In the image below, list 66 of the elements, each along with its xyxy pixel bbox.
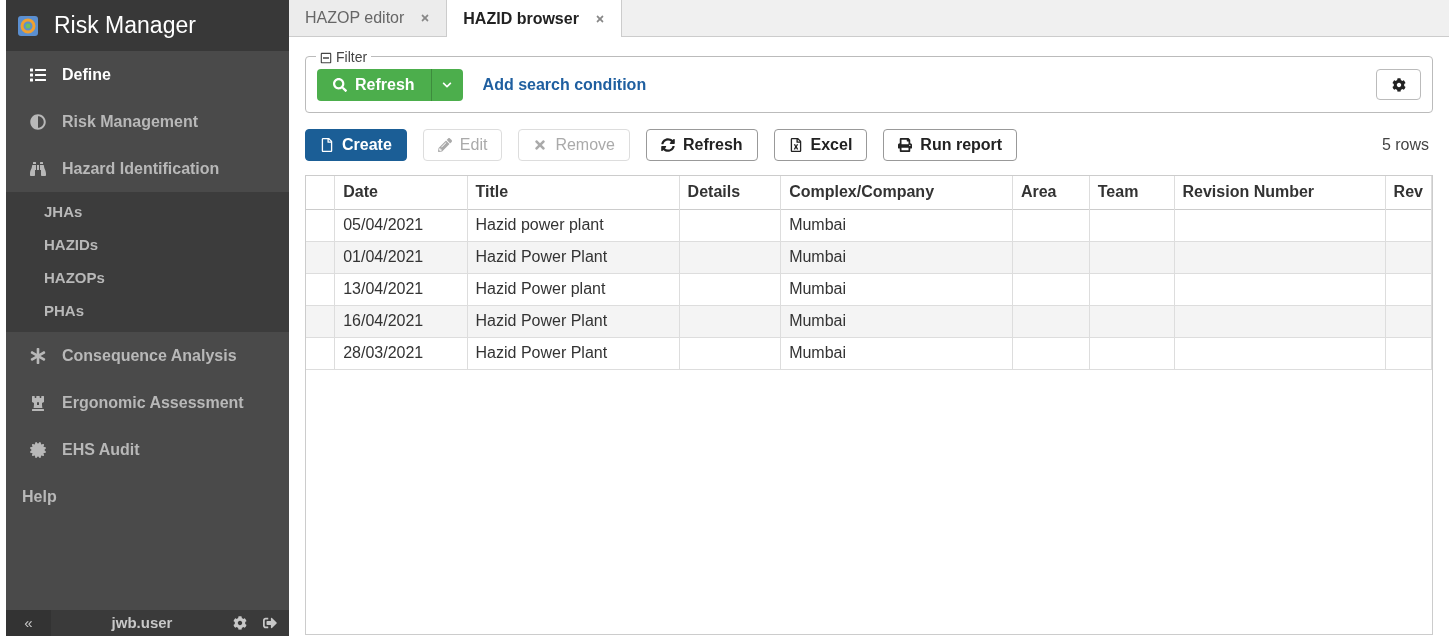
user-name: jwb.user — [110, 612, 174, 633]
search-icon — [333, 77, 347, 92]
column-header[interactable]: Revision Number — [1174, 176, 1386, 209]
asterisk-icon — [30, 347, 46, 364]
chevron-down-icon — [442, 79, 453, 90]
close-icon — [533, 137, 548, 152]
settings-icon[interactable] — [233, 616, 247, 630]
column-header[interactable]: Date — [334, 176, 468, 209]
toolbar-button[interactable]: Refresh — [645, 128, 758, 161]
sidebar-subitem[interactable]: HAZOPs — [6, 262, 289, 295]
close-icon[interactable] — [594, 13, 605, 24]
column-header[interactable]: Complex/Company — [780, 176, 1013, 209]
list-icon — [30, 66, 46, 83]
app-title: Risk Manager — [54, 11, 196, 41]
collapse-icon — [320, 51, 332, 64]
toolbar-button[interactable]: Excel — [773, 128, 868, 161]
table-cell: 28/03/2021 — [343, 344, 424, 361]
table-cell: Hazid power plant — [475, 216, 604, 233]
settings-button[interactable] — [1376, 69, 1421, 100]
settings-icon — [1391, 77, 1406, 92]
table-cell: 05/04/2021 — [343, 216, 424, 233]
sidebar-item[interactable]: Ergonomic Assessment — [6, 379, 289, 426]
badge-icon — [30, 441, 46, 458]
sidebar-item[interactable]: EHS Audit — [6, 426, 289, 473]
add-search-condition-link[interactable]: Add search condition — [482, 72, 647, 97]
sign-out-icon[interactable] — [263, 616, 277, 630]
table-cell: 01/04/2021 — [343, 248, 424, 265]
table-cell: Mumbai — [789, 312, 847, 329]
castle-icon — [30, 394, 46, 411]
row-count: 5 rows — [1381, 134, 1429, 155]
table-cell: 13/04/2021 — [343, 280, 424, 297]
toolbar-button[interactable]: Run report — [883, 128, 1018, 161]
column-header[interactable]: Team — [1089, 176, 1174, 209]
table-cell: Hazid Power plant — [475, 280, 606, 297]
sidebar-subitem[interactable]: JHAs — [6, 196, 289, 229]
printer-icon — [898, 137, 913, 152]
binoculars-icon — [30, 160, 46, 177]
tab[interactable]: HAZOP editor — [289, 0, 448, 36]
column-header[interactable]: Title — [467, 176, 680, 209]
collapse-button[interactable]: « — [6, 610, 51, 636]
table-cell: 16/04/2021 — [343, 312, 424, 329]
column-header[interactable]: Area — [1012, 176, 1090, 209]
column-header[interactable]: Rev — [1385, 176, 1432, 209]
sidebar-item[interactable]: Help — [6, 473, 289, 520]
table-cell: Hazid Power Plant — [475, 344, 608, 361]
sidebar-subitem[interactable]: HAZIDs — [6, 229, 289, 262]
table-cell: Mumbai — [789, 280, 847, 297]
file-icon — [320, 137, 334, 152]
spreadsheet-file-icon — [788, 137, 803, 152]
sidebar-subitem[interactable]: PHAs — [6, 295, 289, 328]
table-cell: Mumbai — [789, 248, 847, 265]
toolbar-button[interactable]: Create — [305, 128, 407, 161]
pencil-icon — [437, 137, 452, 152]
sidebar-item[interactable]: Consequence Analysis — [6, 332, 289, 379]
tab[interactable]: HAZID browser — [447, 0, 622, 37]
column-header[interactable]: Details — [679, 176, 781, 209]
table-cell: Hazid Power Plant — [475, 248, 608, 265]
dropdown-button[interactable] — [431, 68, 463, 101]
refresh-icon — [660, 137, 675, 152]
table-cell: Mumbai — [789, 216, 847, 233]
table-cell: Hazid Power Plant — [475, 312, 608, 329]
close-icon[interactable] — [420, 12, 431, 23]
sidebar-item[interactable]: Risk Management — [6, 98, 289, 145]
table-cell: Mumbai — [789, 344, 847, 361]
sidebar-item[interactable]: Hazard Identification — [6, 145, 289, 192]
app-logo-icon — [18, 15, 38, 36]
